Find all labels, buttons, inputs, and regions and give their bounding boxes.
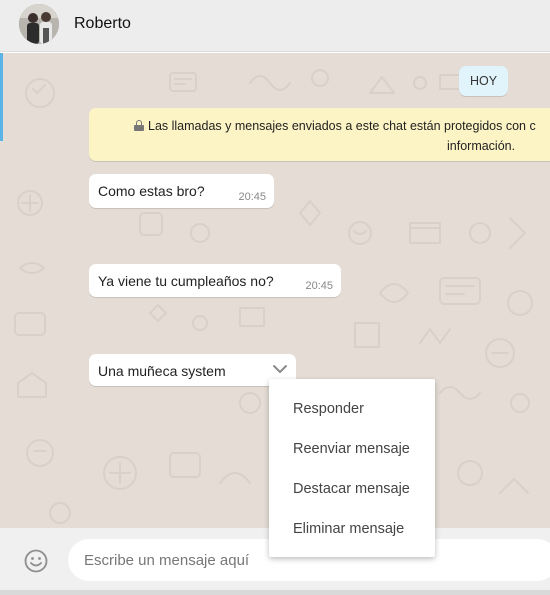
message-bubble[interactable]: Una muñeca system	[89, 354, 296, 386]
encryption-notice-text: Las llamadas y mensajes enviados a este …	[148, 119, 536, 133]
contact-name[interactable]: Roberto	[74, 15, 131, 33]
avatar-photo	[19, 4, 59, 44]
message-time: 20:45	[305, 280, 333, 292]
message-text: Como estas bro?	[98, 183, 205, 199]
date-divider: HOY	[459, 66, 508, 96]
emoji-icon[interactable]	[24, 549, 48, 573]
menu-item-reply[interactable]: Responder	[269, 389, 435, 429]
message-text: Ya viene tu cumpleaños no?	[98, 273, 274, 289]
encryption-notice[interactable]: Las llamadas y mensajes enviados a este …	[89, 108, 550, 161]
chat-header: Roberto	[0, 0, 550, 52]
left-accent-stripe	[0, 53, 3, 141]
message-context-menu: Responder Reenviar mensaje Destacar mens…	[269, 379, 435, 557]
chevron-down-icon[interactable]	[272, 362, 288, 374]
message-text: Una muñeca system	[98, 363, 226, 379]
menu-item-delete[interactable]: Eliminar mensaje	[269, 509, 435, 549]
encryption-notice-line1: Las llamadas y mensajes enviados a este …	[134, 119, 536, 133]
message-time: 20:45	[238, 191, 266, 203]
menu-item-forward[interactable]: Reenviar mensaje	[269, 429, 435, 469]
encryption-notice-line2: información.	[447, 139, 516, 153]
message-bubble[interactable]: Ya viene tu cumpleaños no? 20:45	[89, 264, 341, 297]
contact-avatar[interactable]	[19, 4, 59, 44]
window-bottom-edge	[0, 590, 550, 595]
lock-icon	[134, 120, 144, 131]
message-bubble[interactable]: Como estas bro? 20:45	[89, 174, 274, 208]
menu-item-star[interactable]: Destacar mensaje	[269, 469, 435, 509]
